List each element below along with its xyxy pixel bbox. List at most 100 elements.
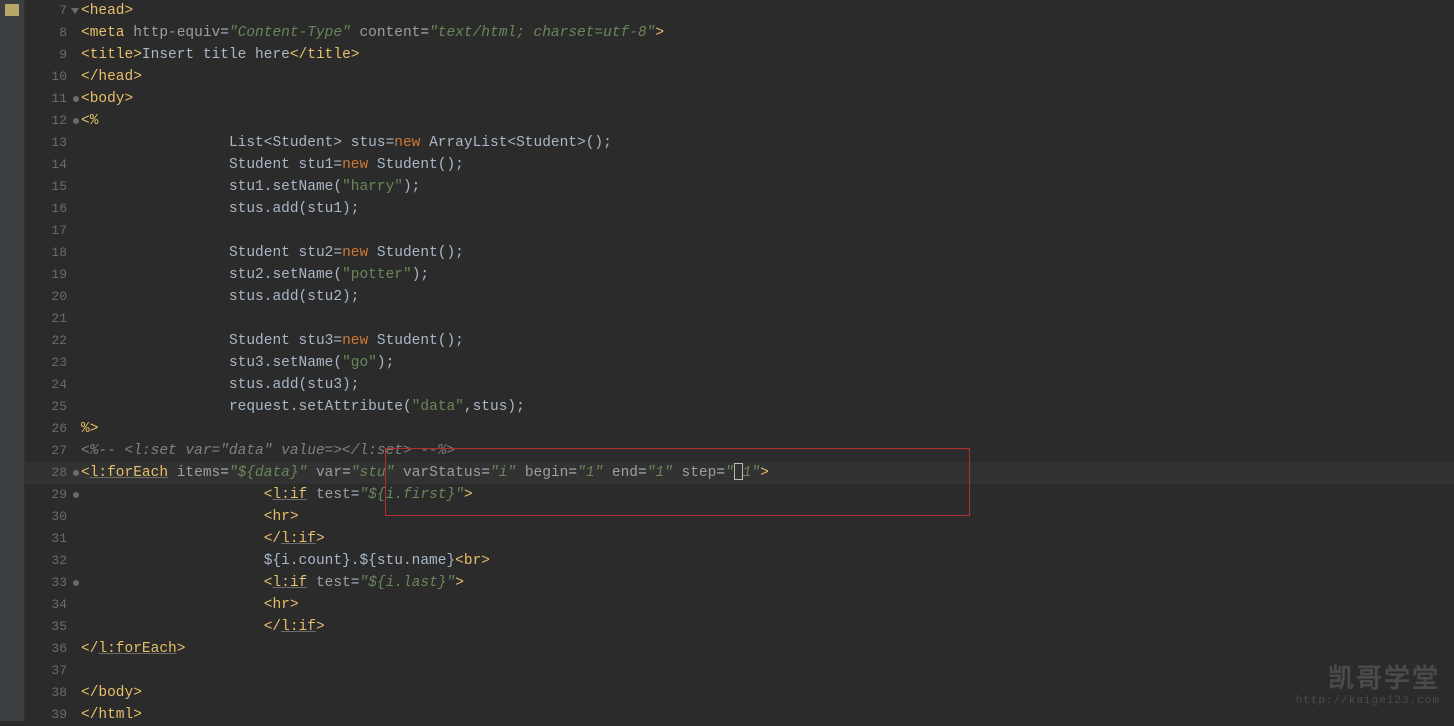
code-line[interactable]: 15 stu1.setName("harry"); <box>25 176 1454 198</box>
code-line[interactable]: 31 </l:if> <box>25 528 1454 550</box>
line-content[interactable]: stus.add(stu1); <box>81 198 359 220</box>
code-line[interactable]: 36 </l:forEach> <box>25 638 1454 660</box>
line-number: 8 <box>25 22 73 44</box>
line-number: 10 <box>25 66 73 88</box>
code-line[interactable]: 20 stus.add(stu2); <box>25 286 1454 308</box>
code-line[interactable]: 21 <box>25 308 1454 330</box>
gutter-marker <box>73 44 81 66</box>
code-line[interactable]: 26 %> <box>25 418 1454 440</box>
line-content[interactable]: request.setAttribute("data",stus); <box>81 396 525 418</box>
line-content[interactable]: <hr> <box>81 506 299 528</box>
line-number: 19 <box>25 264 73 286</box>
code-line[interactable]: 34 <hr> <box>25 594 1454 616</box>
line-content[interactable]: </html> <box>81 704 142 726</box>
code-line[interactable]: 17 <box>25 220 1454 242</box>
gutter-marker <box>73 418 81 440</box>
line-number: 17 <box>25 220 73 242</box>
line-content[interactable]: Student stu2=new Student(); <box>81 242 464 264</box>
code-line[interactable]: 19 stu2.setName("potter"); <box>25 264 1454 286</box>
gutter-marker <box>73 572 81 594</box>
line-content[interactable]: <head> <box>81 0 133 22</box>
code-line[interactable]: 29 <l:if test="${i.first}"> <box>25 484 1454 506</box>
line-content[interactable]: <% <box>81 110 98 132</box>
code-line[interactable]: 30 <hr> <box>25 506 1454 528</box>
line-content[interactable]: <%-- <l:set var="data" value=></l:set> -… <box>81 440 455 462</box>
gutter-marker <box>73 682 81 704</box>
side-toolbar[interactable] <box>0 0 25 721</box>
code-line[interactable]: 13 List<Student> stus=new ArrayList<Stud… <box>25 132 1454 154</box>
line-content[interactable]: </l:if> <box>81 528 325 550</box>
code-line[interactable]: 24 stus.add(stu3); <box>25 374 1454 396</box>
line-number: 9 <box>25 44 73 66</box>
line-number: 38 <box>25 682 73 704</box>
gutter-marker <box>73 198 81 220</box>
code-editor[interactable]: 7 <head> 8 <meta http-equiv="Content-Type" … <box>25 0 1454 721</box>
code-line[interactable]: 14 Student stu1=new Student(); <box>25 154 1454 176</box>
code-line[interactable]: 8 <meta http-equiv="Content-Type" content… <box>25 22 1454 44</box>
code-line[interactable]: 33 <l:if test="${i.last}"> <box>25 572 1454 594</box>
code-line[interactable]: 38 </body> <box>25 682 1454 704</box>
line-content[interactable]: </l:if> <box>81 616 325 638</box>
line-content[interactable]: %> <box>81 418 98 440</box>
code-line[interactable]: 10 </head> <box>25 66 1454 88</box>
line-content[interactable]: stu3.setName("go"); <box>81 352 394 374</box>
line-content[interactable]: ${i.count}.${stu.name}<br> <box>81 550 490 572</box>
gutter-marker <box>73 704 81 726</box>
gutter-marker <box>73 484 81 506</box>
line-content[interactable]: <l:forEach items="${data}" var="stu" var… <box>81 462 769 484</box>
code-line[interactable]: 27<%-- <l:set var="data" value=></l:set>… <box>25 440 1454 462</box>
gutter-marker <box>73 264 81 286</box>
gutter-marker <box>73 352 81 374</box>
line-number: 22 <box>25 330 73 352</box>
gutter-marker <box>73 616 81 638</box>
line-number: 7 <box>25 0 73 22</box>
code-line[interactable]: 9 <title>Insert title here</title> <box>25 44 1454 66</box>
code-line[interactable]: 18 Student stu2=new Student(); <box>25 242 1454 264</box>
gutter-marker <box>73 286 81 308</box>
code-line[interactable]: 12<% <box>25 110 1454 132</box>
gutter-marker <box>73 22 81 44</box>
line-number: 36 <box>25 638 73 660</box>
folder-icon[interactable] <box>5 4 19 16</box>
line-content[interactable]: Student stu3=new Student(); <box>81 330 464 352</box>
line-content[interactable]: <l:if test="${i.last}"> <box>81 572 464 594</box>
line-content[interactable]: <body> <box>81 88 133 110</box>
code-line[interactable]: 7 <head> <box>25 0 1454 22</box>
line-content[interactable]: <l:if test="${i.first}"> <box>81 484 473 506</box>
line-content[interactable]: <title>Insert title here</title> <box>81 44 359 66</box>
line-content[interactable]: <meta http-equiv="Content-Type" content=… <box>81 22 664 44</box>
line-number: 26 <box>25 418 73 440</box>
code-line[interactable]: 39</html> <box>25 704 1454 726</box>
line-number: 25 <box>25 396 73 418</box>
line-number: 16 <box>25 198 73 220</box>
line-content[interactable]: <hr> <box>81 594 299 616</box>
line-number: 34 <box>25 594 73 616</box>
code-line[interactable]: 16 stus.add(stu1); <box>25 198 1454 220</box>
code-line[interactable]: 22 Student stu3=new Student(); <box>25 330 1454 352</box>
line-content[interactable]: </l:forEach> <box>81 638 185 660</box>
line-content[interactable]: stus.add(stu2); <box>81 286 359 308</box>
line-content[interactable]: </body> <box>81 682 142 704</box>
gutter-marker <box>73 242 81 264</box>
gutter-marker <box>73 154 81 176</box>
code-line[interactable]: 11<body> <box>25 88 1454 110</box>
line-number: 14 <box>25 154 73 176</box>
gutter-marker <box>73 440 81 462</box>
line-content[interactable]: List<Student> stus=new ArrayList<Student… <box>81 132 612 154</box>
gutter-marker <box>73 176 81 198</box>
line-number: 18 <box>25 242 73 264</box>
line-content[interactable]: Student stu1=new Student(); <box>81 154 464 176</box>
code-line[interactable]: 37 <box>25 660 1454 682</box>
code-line[interactable]: 28<l:forEach items="${data}" var="stu" v… <box>25 462 1454 484</box>
text-cursor <box>734 463 743 480</box>
code-line[interactable]: 25 request.setAttribute("data",stus); <box>25 396 1454 418</box>
line-number: 35 <box>25 616 73 638</box>
code-line[interactable]: 23 stu3.setName("go"); <box>25 352 1454 374</box>
line-content[interactable]: </head> <box>81 66 142 88</box>
code-line[interactable]: 32 ${i.count}.${stu.name}<br> <box>25 550 1454 572</box>
line-content[interactable]: stus.add(stu3); <box>81 374 359 396</box>
gutter-marker <box>73 66 81 88</box>
code-line[interactable]: 35 </l:if> <box>25 616 1454 638</box>
line-content[interactable]: stu1.setName("harry"); <box>81 176 420 198</box>
line-content[interactable]: stu2.setName("potter"); <box>81 264 429 286</box>
